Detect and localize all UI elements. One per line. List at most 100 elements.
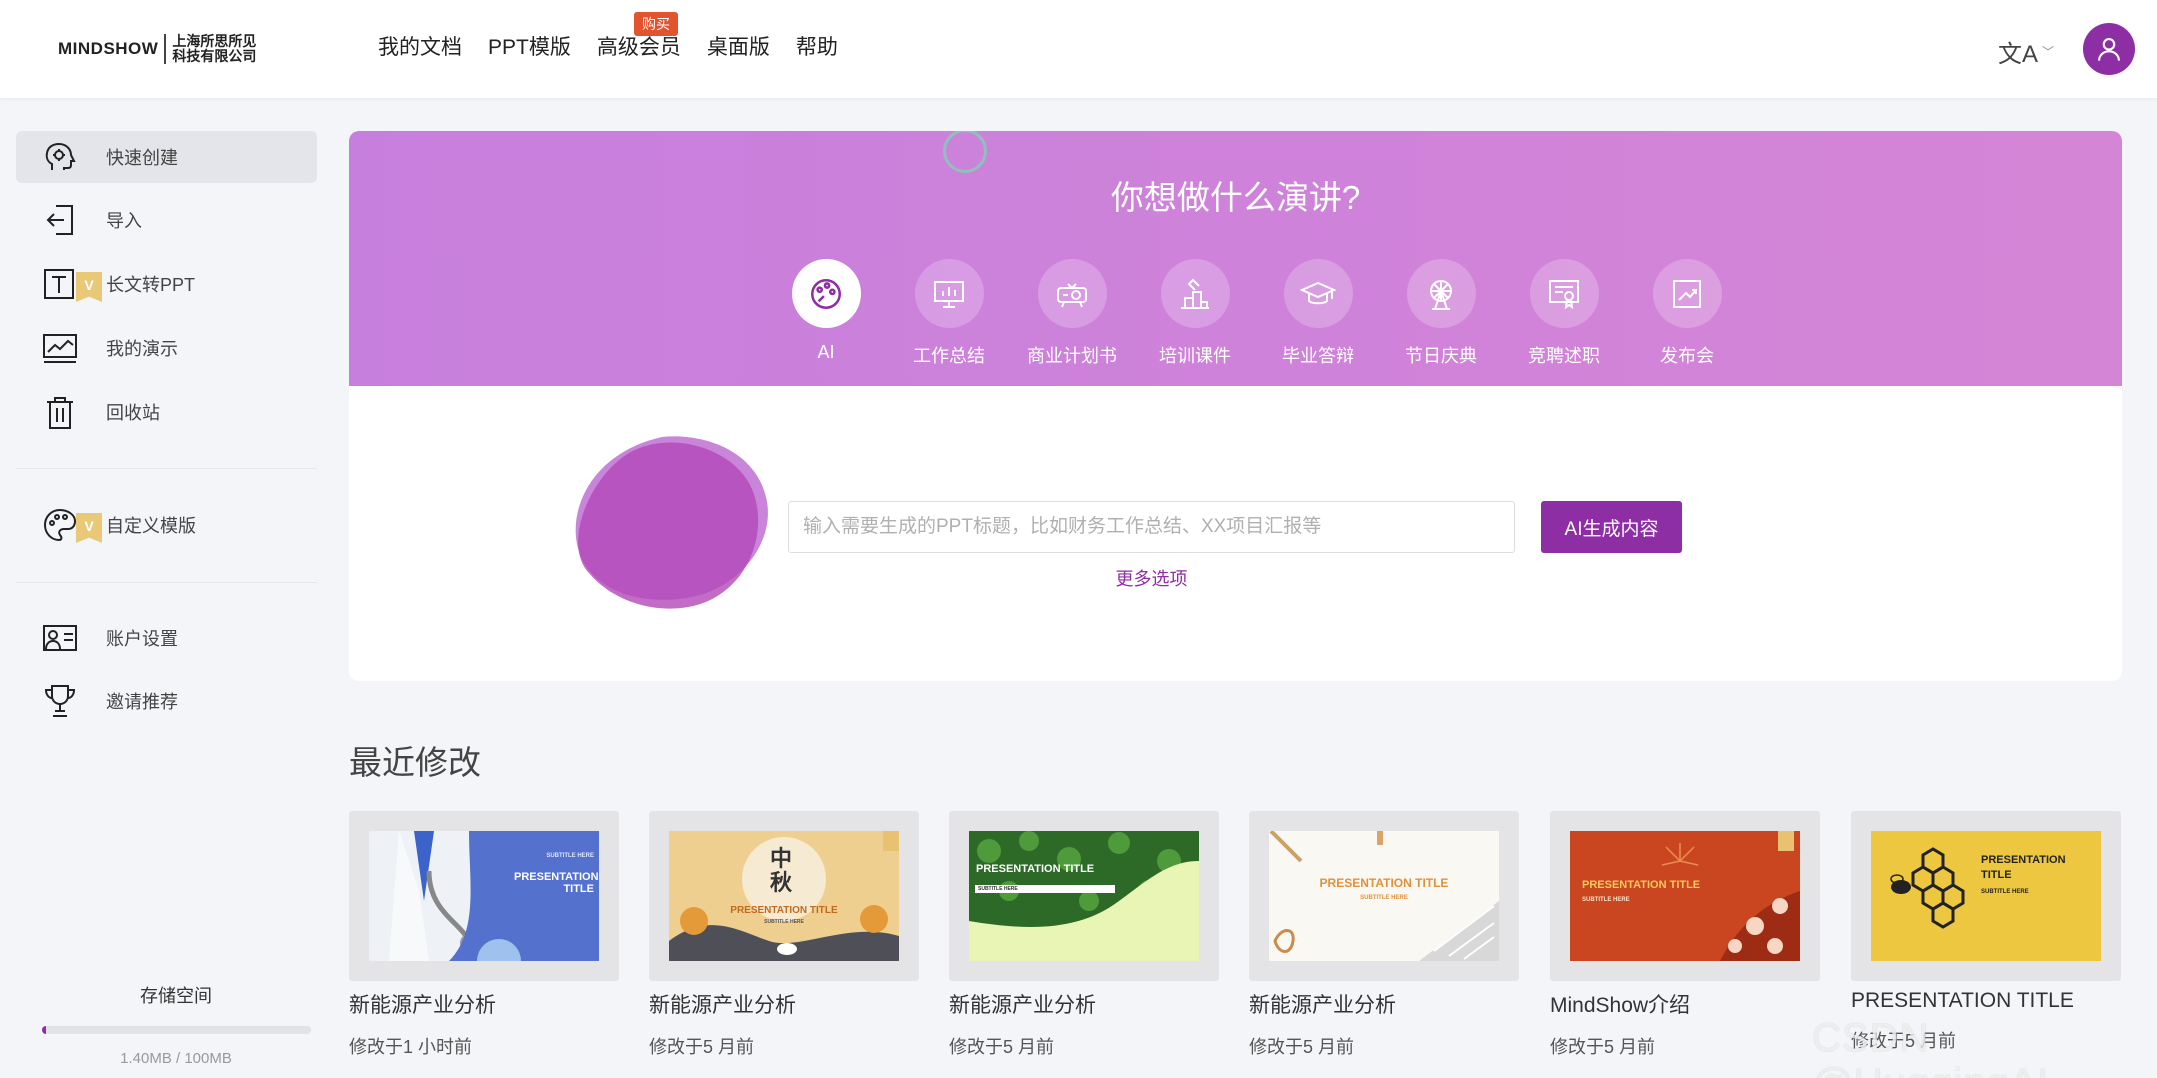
category-label: 工作总结 — [913, 346, 985, 366]
sidebar-item-trash[interactable]: 回收站 — [16, 386, 317, 438]
logo-text: MINDSHOW — [58, 39, 159, 58]
create-panel: 你想做什么演讲? AI 工作总结 商业计划书 培训课件 毕业答辩 节日庆典 竞聘… — [349, 131, 2122, 681]
user-avatar[interactable] — [2083, 23, 2135, 75]
chevron-down-icon: ﹀ — [2042, 45, 2055, 59]
thumb-subtitle: SUBTITLE HERE — [1582, 897, 1630, 903]
category-ai[interactable]: AI — [766, 259, 886, 363]
sidebar-item-import[interactable]: 导入 — [16, 194, 317, 246]
recent-card[interactable]: PRESENTATION TITLE SUBTITLE HERE 新能源产业分析… — [349, 811, 619, 1059]
category-competition[interactable]: 竞聘述职 — [1504, 259, 1624, 368]
sidebar-item-label: 自定义模版 — [106, 516, 196, 536]
category-label: 毕业答辩 — [1282, 346, 1354, 366]
nav-desktop[interactable]: 桌面版 — [707, 30, 770, 66]
category-graduation[interactable]: 毕业答辩 — [1258, 259, 1378, 368]
category-label: 竞聘述职 — [1528, 346, 1600, 366]
storage-progress-fill — [42, 1026, 46, 1034]
card-modified-time: 修改于5 月前 — [1249, 1037, 1355, 1057]
category-launch[interactable]: 发布会 — [1627, 259, 1747, 368]
loading-spinner-icon — [943, 131, 987, 173]
import-icon — [46, 205, 73, 235]
logo-company-line2: 科技有限公司 — [172, 48, 257, 64]
logo-company: 上海所思所见 科技有限公司 — [172, 34, 256, 64]
language-switch[interactable]: 文A ﹀ — [1998, 34, 2054, 69]
card-thumbnail: PRESENTATION TITLE SUBTITLE HERE — [1249, 811, 1519, 981]
category-festival[interactable]: 节日庆典 — [1381, 259, 1501, 368]
trend-board-icon — [1673, 279, 1701, 308]
card-modified-time: 修改于5 月前 — [949, 1037, 1055, 1057]
category-label: 发布会 — [1660, 346, 1714, 366]
ai-generate-button[interactable]: AI生成内容 — [1541, 501, 1682, 553]
storage-progress-bar — [42, 1026, 311, 1034]
thumb-subtitle: SUBTITLE HERE — [764, 919, 804, 925]
nav-help[interactable]: 帮助 — [796, 30, 838, 66]
thumb-subtitle: SUBTITLE HERE — [1360, 895, 1408, 901]
ai-topic-input[interactable] — [788, 501, 1515, 553]
logo-company-line1: 上海所思所见 — [172, 33, 257, 49]
magic-palette-icon — [811, 278, 841, 309]
thumb-subtitle: SUBTITLE HERE — [546, 853, 594, 859]
projector-icon — [1057, 282, 1087, 307]
translate-icon: 文A — [1998, 41, 2039, 68]
category-business-plan[interactable]: 商业计划书 — [1012, 259, 1132, 368]
nav-my-docs[interactable]: 我的文档 — [378, 30, 462, 66]
user-icon — [2098, 38, 2120, 61]
sidebar-item-label: 快速创建 — [106, 148, 178, 168]
sidebar-item-quick-create[interactable]: 快速创建 — [16, 131, 317, 183]
category-work-summary[interactable]: 工作总结 — [889, 259, 1009, 368]
recent-card[interactable]: PRESENTATION TITLE SUBTITLE HERE 新能源产业分析… — [1249, 811, 1519, 1059]
sidebar-item-label: 回收站 — [106, 403, 160, 423]
category-icon-wrap — [791, 259, 861, 328]
card-thumbnail: PRESENTATION TITLE SUBTITLE HERE — [949, 811, 1219, 981]
buy-badge[interactable]: 购买 — [634, 12, 678, 36]
category-training[interactable]: 培训课件 — [1135, 259, 1255, 368]
logo-divider — [164, 34, 167, 64]
sidebar-item-label: 账户设置 — [106, 629, 178, 649]
card-title: 新能源产业分析 — [949, 994, 1096, 1017]
sidebar-divider — [16, 582, 317, 583]
recent-section-title: 最近修改 — [349, 744, 481, 781]
card-title: 新能源产业分析 — [349, 994, 496, 1017]
festive-fireworks-image — [1570, 831, 1800, 961]
bee-honeycomb-image — [1890, 847, 1965, 929]
sidebar-item-account-settings[interactable]: 账户设置 — [16, 612, 317, 664]
nav-ppt-templates[interactable]: PPT模版 — [488, 30, 571, 66]
presentation-icon — [43, 334, 77, 363]
thumbnail-image: PRESENTATION TITLE SUBTITLE HERE — [1269, 831, 1499, 961]
logo[interactable]: MINDSHOW 上海所思所见 科技有限公司 — [58, 32, 256, 66]
brain-head-icon — [45, 142, 76, 170]
card-modified-time: 修改于1 小时前 — [349, 1037, 473, 1057]
sidebar-item-invite[interactable]: 邀请推荐 — [16, 675, 317, 727]
recent-card[interactable]: 中秋 PRESENTATION TITLE SUBTITLE HERE 新能源产… — [649, 811, 919, 1059]
graduation-cap-icon — [1300, 281, 1336, 304]
thumb-title: PRESENTATION TITLE — [514, 871, 599, 895]
thumbnail-image: 中秋 PRESENTATION TITLE SUBTITLE HERE — [669, 831, 899, 961]
doctor-stethoscope-image — [369, 831, 599, 961]
card-thumbnail: 中秋 PRESENTATION TITLE SUBTITLE HERE — [649, 811, 919, 981]
sidebar-item-my-presentations[interactable]: 我的演示 — [16, 322, 317, 374]
recent-card[interactable]: PRESENTATION TITLE SUBTITLE HERE 新能源产业分析… — [949, 811, 1219, 1059]
certificate-icon — [1549, 279, 1579, 309]
category-label: 培训课件 — [1159, 346, 1231, 366]
category-icon-wrap — [1529, 259, 1599, 328]
category-label: 节日庆典 — [1405, 346, 1477, 366]
card-title: MindShow介绍 — [1550, 994, 1691, 1017]
vip-badge: V — [76, 272, 102, 302]
palette-icon — [43, 508, 77, 542]
sidebar-item-long-text[interactable]: V 长文转PPT — [16, 258, 317, 310]
category-icon-wrap — [1160, 259, 1230, 328]
thumb-title: PRESENTATION TITLE — [1319, 876, 1449, 890]
vip-badge: V — [76, 513, 102, 543]
card-title: PRESENTATION TITLE — [1851, 989, 2074, 1012]
card-thumbnail: PRESENTATION TITLE SUBTITLE HERE — [349, 811, 619, 981]
storage-usage: 1.40MB / 100MB — [120, 1050, 232, 1067]
more-options-link[interactable]: 更多选项 — [788, 565, 1515, 591]
category-label: 商业计划书 — [1027, 346, 1117, 366]
thumbnail-image: PRESENTATION TITLE SUBTITLE HERE — [1871, 831, 2101, 961]
card-modified-time: 修改于5 月前 — [1550, 1037, 1656, 1057]
recent-card[interactable]: PRESENTATION TITLE SUBTITLE HERE MindSho… — [1550, 811, 1820, 1059]
thumbnail-image: PRESENTATION TITLE SUBTITLE HERE — [969, 831, 1199, 961]
category-label: AI — [817, 342, 835, 362]
hero-banner: 你想做什么演讲? AI 工作总结 商业计划书 培训课件 毕业答辩 节日庆典 竞聘… — [349, 131, 2122, 386]
sidebar-item-custom-template[interactable]: V 自定义模版 — [16, 499, 317, 551]
thumb-title: PRESENTATION TITLE — [1582, 879, 1701, 891]
